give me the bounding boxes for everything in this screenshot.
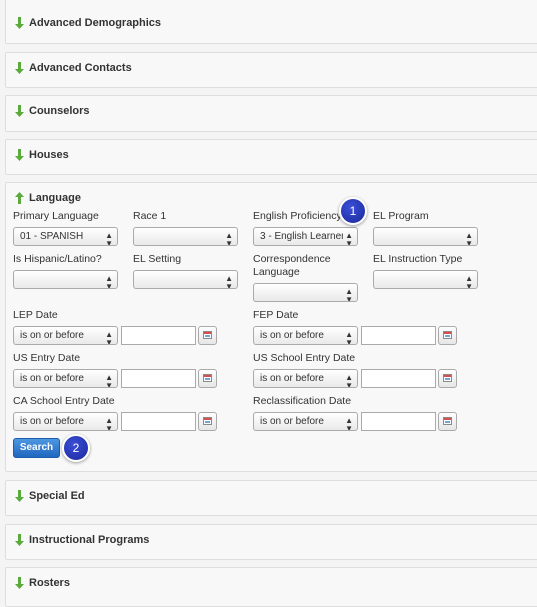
select-caret-icon: ▲ ▼ [105,231,113,246]
primary-language-label: Primary Language [13,210,99,222]
panel-title: Advanced Demographics [29,17,162,29]
select-caret-icon: ▲ ▼ [465,231,473,246]
panel-rosters: Rosters [5,567,537,607]
reclassification-date-input[interactable] [361,412,436,431]
down-arrow-icon [15,490,24,502]
panel-title: Language [29,192,81,204]
down-arrow-icon [15,577,24,589]
el-program-select[interactable]: ▲ ▼ [373,227,478,246]
ca-school-entry-date-operator-select[interactable]: is on or before ▲ ▼ [13,412,118,431]
reclassification-date-operator-value: is on or before [260,416,324,427]
correspondence-language-label: Correspondence Language [253,253,331,278]
el-program-label: EL Program [373,210,429,222]
panel-header-advanced-demographics[interactable]: Advanced Demographics [15,17,161,29]
el-instruction-type-label: EL Instruction Type [373,253,463,265]
el-setting-select[interactable]: ▲ ▼ [133,270,238,289]
select-caret-icon: ▲ ▼ [225,231,233,246]
lep-date-label: LEP Date [13,309,58,321]
panel-advanced-contacts: Advanced Contacts [5,52,537,88]
select-caret-icon: ▲ ▼ [105,330,113,345]
select-caret-icon: ▲ ▼ [105,274,113,289]
us-school-entry-date-input[interactable] [361,369,436,388]
down-arrow-icon [15,105,24,117]
lep-date-operator-select[interactable]: is on or before ▲ ▼ [13,326,118,345]
panel-counselors: Counselors [5,95,537,132]
english-proficiency-label: English Proficiency [253,210,342,222]
panel-houses: Houses [5,139,537,175]
select-caret-icon: ▲ ▼ [225,274,233,289]
annotation-badge-1: 1 [339,197,367,225]
select-caret-icon: ▲ ▼ [345,416,353,431]
fep-date-input[interactable] [361,326,436,345]
fep-date-operator-value: is on or before [260,330,324,341]
lep-date-operator-value: is on or before [20,330,84,341]
calendar-icon[interactable] [198,412,217,431]
primary-language-value: 01 - SPANISH [20,231,84,242]
select-caret-icon: ▲ ▼ [105,373,113,388]
select-caret-icon: ▲ ▼ [345,373,353,388]
reclassification-date-operator-select[interactable]: is on or before ▲ ▼ [253,412,358,431]
ca-school-entry-date-label: CA School Entry Date [13,395,115,407]
us-school-entry-date-operator-value: is on or before [260,373,324,384]
panel-header-counselors[interactable]: Counselors [15,105,90,117]
select-caret-icon: ▲ ▼ [105,416,113,431]
down-arrow-icon [15,534,24,546]
panel-header-instructional-programs[interactable]: Instructional Programs [15,534,149,546]
panel-header-language[interactable]: Language [15,192,81,204]
fep-date-operator-select[interactable]: is on or before ▲ ▼ [253,326,358,345]
fep-date-label: FEP Date [253,309,299,321]
select-caret-icon: ▲ ▼ [345,330,353,345]
calendar-icon[interactable] [198,369,217,388]
us-school-entry-date-operator-select[interactable]: is on or before ▲ ▼ [253,369,358,388]
select-caret-icon: ▲ ▼ [345,231,353,246]
lep-date-input[interactable] [121,326,196,345]
search-button[interactable]: Search [13,438,60,458]
select-caret-icon: ▲ ▼ [345,287,353,302]
calendar-icon[interactable] [198,326,217,345]
panel-title: Rosters [29,577,70,589]
correspondence-language-select[interactable]: ▲ ▼ [253,283,358,302]
race1-select[interactable]: ▲ ▼ [133,227,238,246]
panel-header-advanced-contacts[interactable]: Advanced Contacts [15,62,132,74]
english-proficiency-value: 3 - English Learner [260,231,343,242]
calendar-icon[interactable] [438,326,457,345]
panel-header-special-ed[interactable]: Special Ed [15,490,85,502]
us-school-entry-date-label: US School Entry Date [253,352,356,364]
us-entry-date-input[interactable] [121,369,196,388]
calendar-icon[interactable] [438,412,457,431]
calendar-icon[interactable] [438,369,457,388]
annotation-badge-2: 2 [62,434,90,462]
down-arrow-icon [15,17,24,29]
panel-title: Houses [29,149,69,161]
panel-title: Counselors [29,105,90,117]
el-setting-label: EL Setting [133,253,182,265]
panel-title: Special Ed [29,490,85,502]
race1-label: Race 1 [133,210,167,222]
panel-title: Advanced Contacts [29,62,132,74]
select-caret-icon: ▲ ▼ [465,274,473,289]
us-entry-date-operator-select[interactable]: is on or before ▲ ▼ [13,369,118,388]
panel-header-rosters[interactable]: Rosters [15,577,70,589]
us-entry-date-label: US Entry Date [13,352,81,364]
up-arrow-icon [15,192,24,204]
ca-school-entry-date-operator-value: is on or before [20,416,84,427]
panel-title: Instructional Programs [29,534,150,546]
primary-language-select[interactable]: 01 - SPANISH ▲ ▼ [13,227,118,246]
us-entry-date-operator-value: is on or before [20,373,84,384]
ca-school-entry-date-input[interactable] [121,412,196,431]
english-proficiency-select[interactable]: 3 - English Learner ▲ ▼ [253,227,358,246]
is-hispanic-label: Is Hispanic/Latino? [13,253,102,265]
down-arrow-icon [15,62,24,74]
down-arrow-icon [15,149,24,161]
is-hispanic-select[interactable]: ▲ ▼ [13,270,118,289]
panel-header-houses[interactable]: Houses [15,149,69,161]
panel-special-ed: Special Ed [5,480,537,516]
panel-instructional-programs: Instructional Programs [5,524,537,560]
el-instruction-type-select[interactable]: ▲ ▼ [373,270,478,289]
reclassification-date-label: Reclassification Date [253,395,352,407]
panel-advanced-demographics: Advanced Demographics [5,0,537,44]
